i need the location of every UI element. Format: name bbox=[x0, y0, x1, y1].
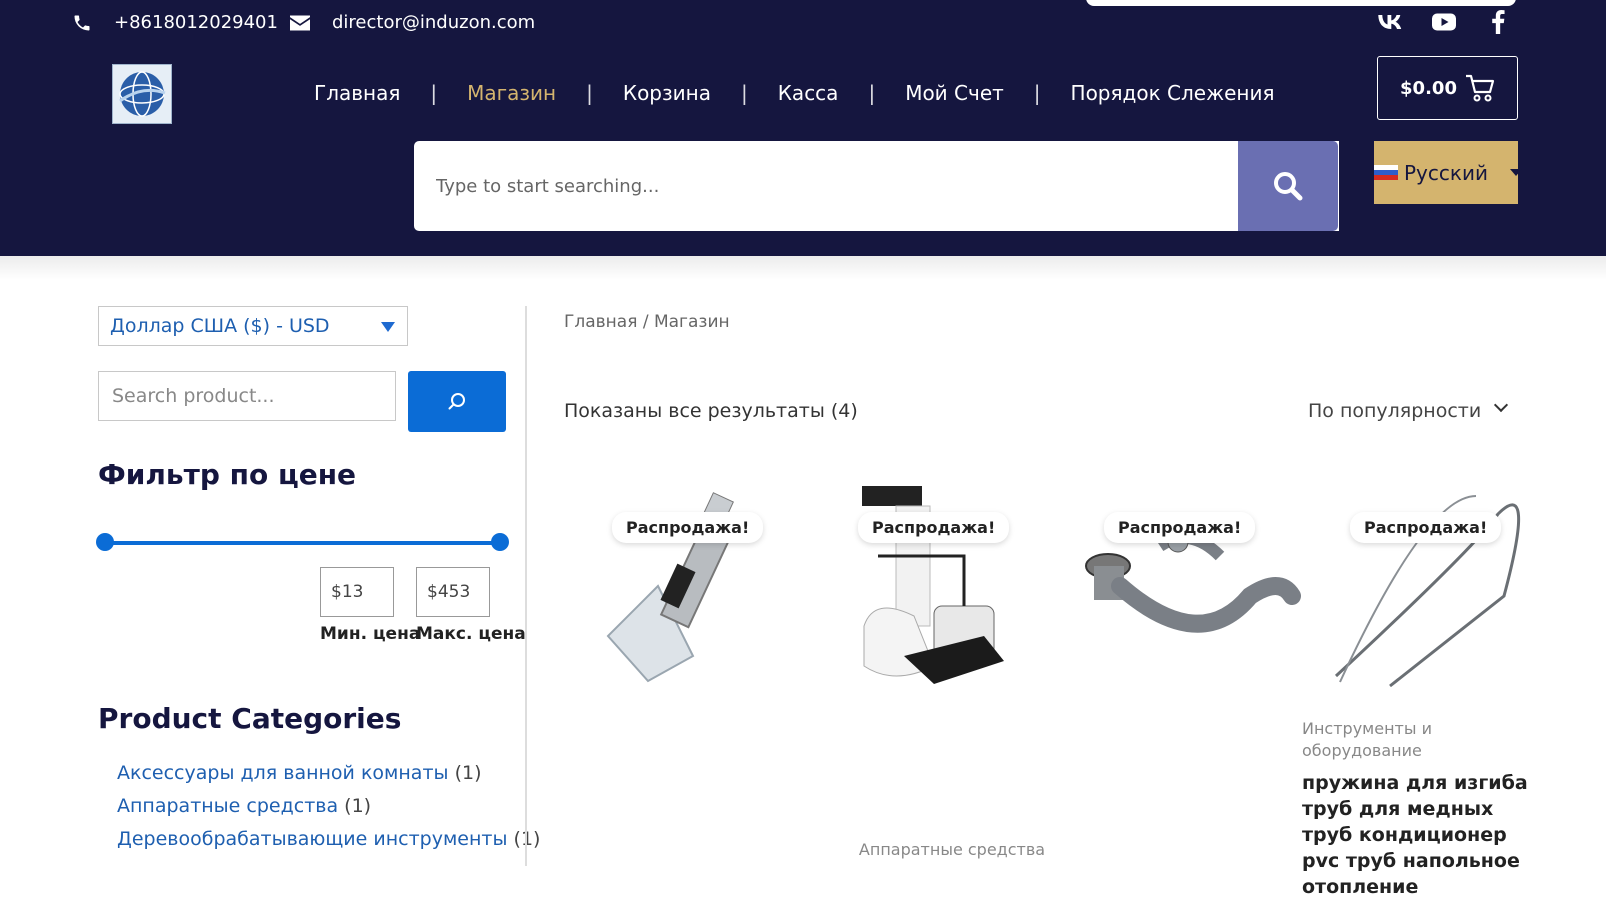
price-slider-min-handle[interactable] bbox=[96, 533, 114, 551]
chevron-down-icon bbox=[1510, 169, 1522, 176]
header-shadow bbox=[0, 256, 1606, 280]
product-search-field[interactable] bbox=[98, 371, 396, 421]
nav-item-home[interactable]: Главная bbox=[314, 81, 400, 105]
category-count: (1) bbox=[513, 828, 541, 850]
price-slider-track[interactable] bbox=[104, 541, 500, 545]
nav-separator: | bbox=[740, 81, 748, 105]
category-count: (1) bbox=[344, 795, 372, 817]
nav-item-checkout[interactable]: Касса bbox=[778, 81, 839, 105]
results-count: Показаны все результаты (4) bbox=[564, 400, 858, 422]
phone-icon bbox=[74, 15, 90, 30]
max-price-input[interactable]: $453 bbox=[416, 567, 490, 617]
nav-separator: | bbox=[868, 81, 876, 105]
category-link[interactable]: Аксессуары для ванной комнаты (1) bbox=[117, 762, 481, 784]
price-slider-max-handle[interactable] bbox=[491, 533, 509, 551]
category-count: (1) bbox=[454, 762, 482, 784]
main-search-input[interactable] bbox=[414, 141, 1339, 231]
product-categories-title: Product Categories bbox=[98, 702, 402, 735]
category-link[interactable]: Деревообрабатывающие инструменты (1) bbox=[117, 828, 540, 850]
envelope-icon bbox=[290, 15, 310, 30]
sidebar-divider bbox=[525, 306, 527, 866]
top-search-edge bbox=[1086, 0, 1516, 6]
main-navigation: Главная | Магазин | Корзина | Касса | Мо… bbox=[314, 78, 1275, 108]
language-switcher[interactable]: Русский bbox=[1374, 141, 1522, 204]
breadcrumb[interactable]: Главная / Магазин bbox=[564, 312, 730, 332]
nav-separator: | bbox=[1033, 81, 1041, 105]
sale-badge: Распродажа! bbox=[1104, 512, 1256, 543]
min-price-input[interactable]: $13 bbox=[320, 567, 394, 617]
facebook-icon[interactable] bbox=[1484, 8, 1512, 36]
main-search-field[interactable] bbox=[414, 141, 1339, 231]
site-header: +8618012029401 director@induzon.com Глав… bbox=[0, 0, 1606, 256]
cart-button[interactable]: $0.00 bbox=[1377, 56, 1518, 120]
sale-badge: Распродажа! bbox=[858, 512, 1010, 543]
product-category[interactable]: Аппаратные средства bbox=[834, 839, 1070, 861]
site-logo[interactable] bbox=[112, 64, 172, 124]
sort-value: По популярности bbox=[1308, 400, 1482, 422]
category-name[interactable]: Аппаратные средства bbox=[117, 795, 338, 817]
nav-item-cart[interactable]: Корзина bbox=[623, 81, 711, 105]
nav-item-my-account[interactable]: Мой Счет bbox=[905, 81, 1004, 105]
sort-select[interactable]: По популярности bbox=[1308, 396, 1518, 426]
search-icon bbox=[1274, 172, 1303, 201]
currency-value: Доллар США ($) - USD bbox=[110, 315, 330, 337]
nav-separator: | bbox=[586, 81, 593, 105]
nav-item-order-tracking[interactable]: Порядок Слежения bbox=[1071, 81, 1275, 105]
vk-icon[interactable] bbox=[1376, 8, 1404, 36]
category-link[interactable]: Аппаратные средства (1) bbox=[117, 795, 371, 817]
main-search-button[interactable] bbox=[1238, 141, 1338, 231]
min-price-label: Мин. цена bbox=[320, 624, 421, 644]
currency-select[interactable]: Доллар США ($) - USD bbox=[98, 306, 408, 346]
email-address: director@induzon.com bbox=[332, 12, 536, 33]
product-name[interactable]: пружина для изгиба труб для медных труб … bbox=[1302, 770, 1542, 900]
email-contact[interactable]: director@induzon.com bbox=[290, 12, 535, 33]
phone-number: +8618012029401 bbox=[114, 12, 278, 33]
max-price-label: Макс. цена bbox=[416, 624, 526, 644]
chevron-down-icon bbox=[1493, 397, 1509, 413]
nav-separator: | bbox=[430, 81, 438, 105]
product-search-button[interactable] bbox=[408, 371, 506, 432]
sale-badge: Распродажа! bbox=[612, 512, 764, 543]
product-category[interactable]: Инструменты и оборудование bbox=[1302, 718, 1502, 762]
category-name[interactable]: Деревообрабатывающие инструменты bbox=[117, 828, 508, 850]
phone-contact[interactable]: +8618012029401 bbox=[72, 12, 278, 33]
cart-icon bbox=[1465, 74, 1495, 102]
globe-logo-icon bbox=[119, 71, 166, 117]
flag-ru-icon bbox=[1374, 164, 1398, 181]
category-name[interactable]: Аксессуары для ванной комнаты bbox=[117, 762, 449, 784]
price-filter-title: Фильтр по цене bbox=[98, 458, 357, 491]
search-icon bbox=[448, 392, 465, 409]
sale-badge: Распродажа! bbox=[1350, 512, 1502, 543]
nav-item-shop[interactable]: Магазин bbox=[467, 81, 556, 105]
caret-down-icon bbox=[381, 322, 395, 332]
product-search-input[interactable] bbox=[99, 372, 395, 420]
cart-total: $0.00 bbox=[1400, 77, 1457, 99]
youtube-icon[interactable] bbox=[1430, 8, 1458, 36]
language-label: Русский bbox=[1404, 160, 1488, 185]
